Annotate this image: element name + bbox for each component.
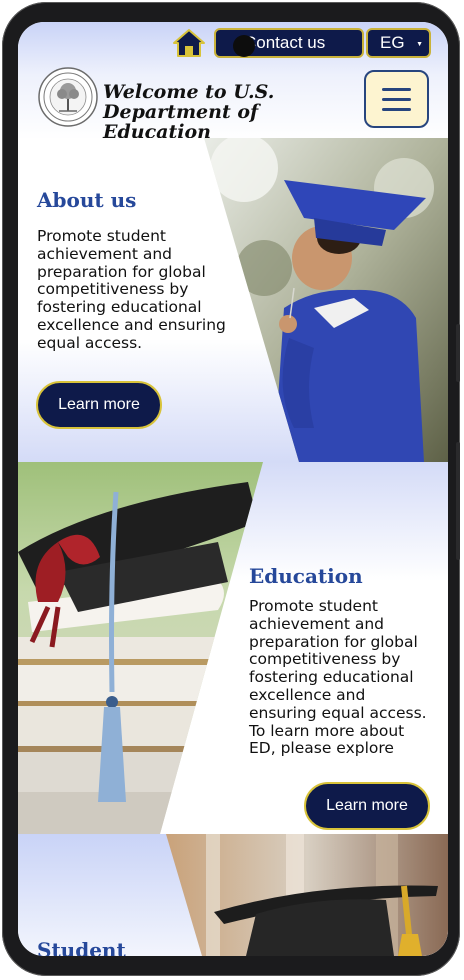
screen: Contact us EG ▼ Welcome to U.S. Departme… xyxy=(18,22,448,956)
graduate-child-photo xyxy=(204,138,448,462)
learn-more-label: Learn more xyxy=(58,396,140,413)
learn-more-label: Learn more xyxy=(326,797,408,814)
power-button xyxy=(456,442,460,560)
site-title-line1: Welcome to U.S. xyxy=(103,81,275,103)
site-title: Welcome to U.S. Department of Education xyxy=(103,82,353,142)
volume-button xyxy=(456,324,460,382)
section-title: Education xyxy=(249,564,363,588)
site-header: Contact us EG ▼ Welcome to U.S. Departme… xyxy=(18,22,448,142)
phone-frame: Contact us EG ▼ Welcome to U.S. Departme… xyxy=(2,2,460,976)
front-camera xyxy=(233,35,255,57)
contact-us-label: Contact us xyxy=(244,33,326,52)
learn-more-button[interactable]: Learn more xyxy=(36,381,162,429)
language-select[interactable]: EG ▼ xyxy=(366,28,431,58)
learn-more-button[interactable]: Learn more xyxy=(304,782,430,830)
department-seal-logo xyxy=(38,67,98,127)
home-icon xyxy=(173,29,205,57)
site-title-line2: Department of Education xyxy=(103,101,259,143)
student-section: Student xyxy=(18,834,448,956)
graduation-cap-books-photo xyxy=(18,462,263,834)
section-text: Promote student achievement and preparat… xyxy=(37,227,226,352)
section-text: Promote student achievement and preparat… xyxy=(249,597,434,758)
education-section: Education Promote student achievement an… xyxy=(18,462,448,834)
section-text-explore: To learn more about ED, please explore xyxy=(249,721,405,758)
home-button[interactable] xyxy=(172,28,206,58)
section-title: Student xyxy=(37,938,126,956)
language-value: EG xyxy=(380,33,405,52)
section-title: About us xyxy=(37,188,137,212)
about-us-section: About us Promote student achievement and… xyxy=(18,138,448,462)
hamburger-menu-icon xyxy=(382,87,411,91)
hamburger-menu-button[interactable] xyxy=(364,70,429,128)
section-text-main: Promote student achievement and preparat… xyxy=(249,597,427,722)
graduate-cap-photo xyxy=(166,834,448,956)
caret-down-icon: ▼ xyxy=(416,41,423,48)
